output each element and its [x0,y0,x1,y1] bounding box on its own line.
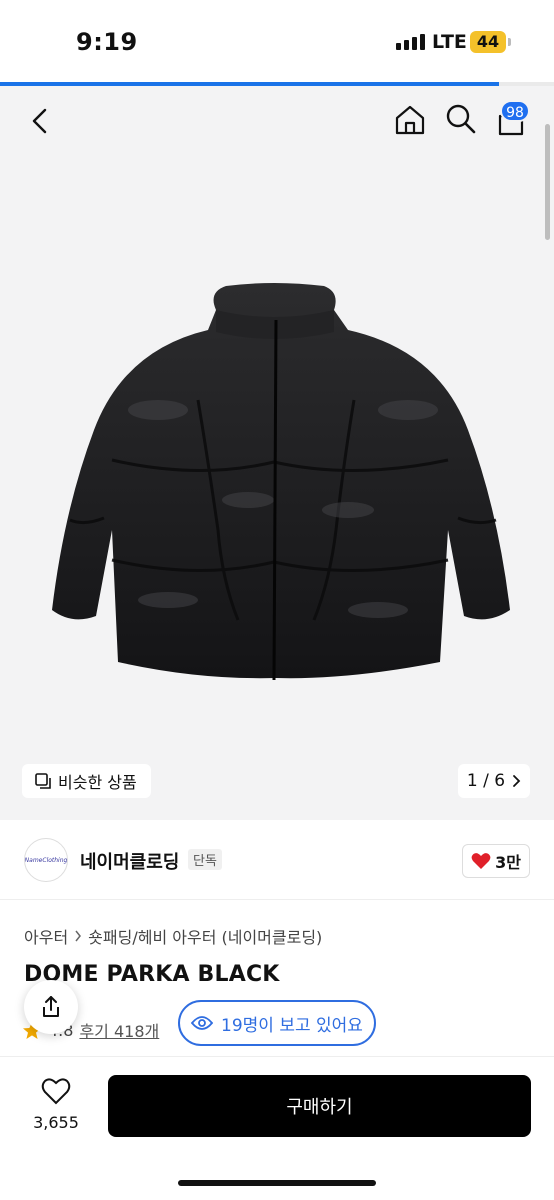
brand-name[interactable]: 네이머클로딩 [80,848,179,874]
eye-icon [191,1016,214,1030]
battery-icon [508,38,511,46]
top-nav: 98 [0,86,554,156]
share-button[interactable] [24,980,78,1034]
product-image-gallery[interactable]: 98 비슷한 상품 1 / 6 [0,86,554,820]
bottom-action-bar: 3,655 구매하기 [0,1056,554,1200]
home-icon[interactable] [392,102,428,138]
similar-products-label: 비슷한 상품 [58,773,137,792]
share-icon [43,996,59,1017]
breadcrumb-item-subcategory[interactable]: 숏패딩/헤비 아우터 (네이머클로딩) [88,924,322,948]
product-image [52,283,510,681]
similar-products-button[interactable]: 비슷한 상품 [22,764,151,798]
wishlist-heart-icon [41,1078,71,1105]
breadcrumb: 아우터 숏패딩/헤비 아우터 (네이머클로딩) [24,924,322,948]
image-counter[interactable]: 1 / 6 [458,764,530,798]
live-viewers-label: 19명이 보고 있어요 [221,1015,363,1036]
image-counter-label: 1 / 6 [466,771,506,791]
network-type: LTE [432,31,467,53]
wishlist-count: 3,655 [33,1113,79,1132]
brand-row: NameClothing 네이머클로딩 단독 3만 [0,820,554,900]
status-bar: 9:19 LTE 44 [0,0,554,82]
brand-like-count: 3만 [495,853,521,872]
chevron-right-icon [75,930,82,942]
back-icon[interactable] [24,104,58,138]
breadcrumb-item-category[interactable]: 아우터 [24,924,68,948]
buy-button[interactable]: 구매하기 [108,1075,531,1137]
brand-like-button[interactable]: 3만 [462,844,530,878]
cart-count-badge: 98 [500,100,530,122]
battery-level: 44 [470,31,506,53]
brand-logo[interactable]: NameClothing [24,838,68,882]
live-viewers-badge: 19명이 보고 있어요 [178,1000,376,1046]
chevron-right-icon [513,775,521,787]
wishlist-button[interactable]: 3,655 [28,1077,84,1132]
signal-icon [396,34,425,50]
search-icon[interactable] [444,102,478,136]
home-indicator [178,1180,376,1186]
status-time: 9:19 [76,28,138,56]
similar-icon [35,773,51,789]
exclusive-badge: 단독 [188,849,222,870]
heart-icon [471,853,491,869]
review-count-link[interactable]: 후기 418개 [79,1018,159,1042]
scrollbar[interactable] [545,124,550,240]
brand-logo-text: NameClothing [24,856,68,864]
